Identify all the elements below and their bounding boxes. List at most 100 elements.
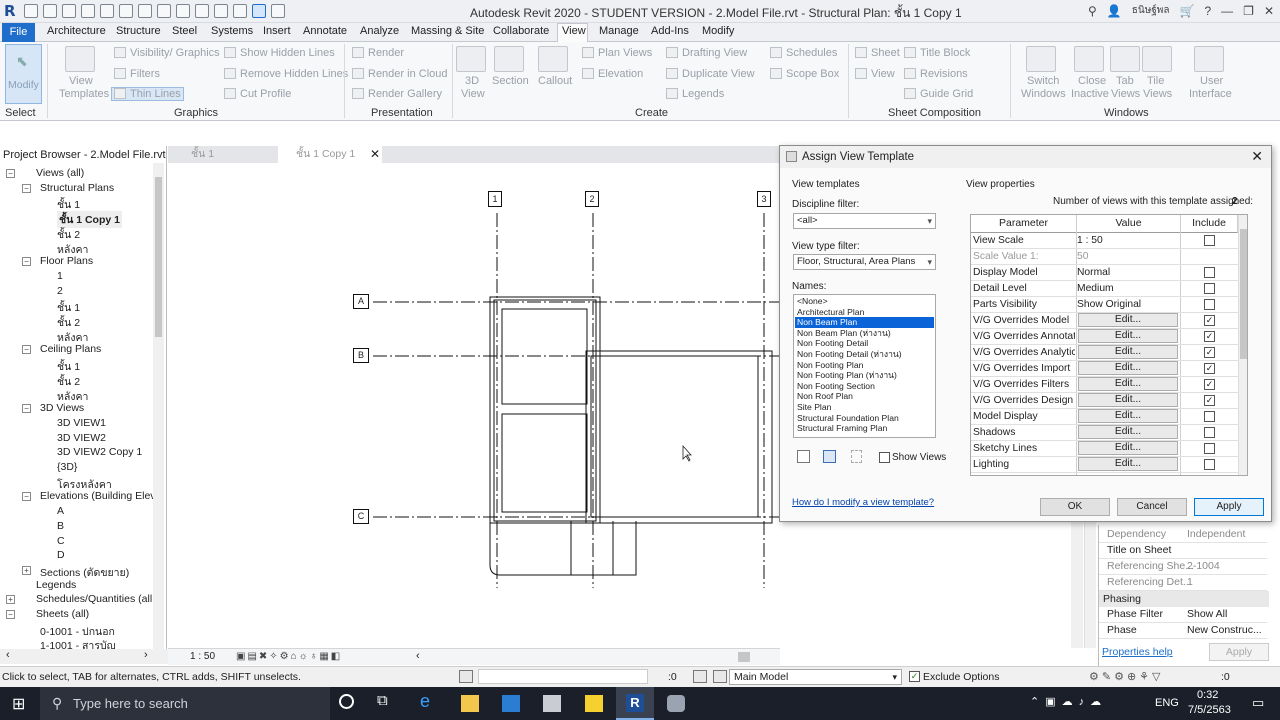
browser-node[interactable]: Floor Plans	[40, 255, 93, 267]
binoculars-icon[interactable]: ⚲	[1088, 4, 1097, 18]
browser-node[interactable]: 1	[57, 270, 63, 282]
3d-view-icon[interactable]	[456, 46, 486, 72]
tab-analyze[interactable]: Analyze	[360, 25, 399, 37]
render-button[interactable]: Render	[368, 47, 404, 59]
edit-button[interactable]: Edit...	[1078, 441, 1178, 455]
tab-collaborate[interactable]: Collaborate	[493, 25, 549, 37]
selection-icons[interactable]: ⚙✎⚙⊕⚘▽	[1089, 670, 1163, 683]
user-name[interactable]: ธนิษฐ์พล	[1132, 3, 1170, 18]
panel-select[interactable]: Select	[5, 107, 36, 119]
mail-icon[interactable]	[502, 695, 520, 712]
collapse-icon[interactable]: −	[6, 169, 15, 178]
browser-node[interactable]: C	[57, 535, 65, 547]
section-icon[interactable]	[233, 4, 247, 18]
notifications-icon[interactable]: ▭	[1252, 695, 1264, 711]
ok-button[interactable]: OK	[1040, 498, 1110, 516]
scroll-right-icon[interactable]: ›	[144, 649, 148, 661]
text-icon[interactable]	[195, 4, 209, 18]
phasing-section[interactable]: Phasing	[1099, 591, 1269, 607]
template-name-item[interactable]: Architectural Plan	[795, 307, 934, 318]
close-tab-icon[interactable]: ✕	[370, 146, 380, 162]
collapse-icon[interactable]: −	[22, 345, 31, 355]
apply-button[interactable]: Apply	[1194, 498, 1264, 516]
rename-template-icon[interactable]	[823, 450, 836, 463]
include-checkbox[interactable]	[1204, 283, 1215, 294]
elevation-button[interactable]: Elevation	[598, 68, 643, 80]
delete-template-icon[interactable]	[851, 450, 862, 463]
property-value[interactable]: 1 : 50	[1077, 233, 1180, 248]
cortana-icon[interactable]	[339, 694, 354, 709]
dialog-close-icon[interactable]: ✕	[1251, 148, 1263, 165]
include-checkbox[interactable]	[1204, 443, 1215, 454]
tab-annotate[interactable]: Annotate	[303, 25, 347, 37]
store-icon[interactable]	[543, 695, 561, 712]
property-row[interactable]: Referencing She... 2-1004	[1099, 559, 1267, 575]
grid-bubble-2[interactable]: 2	[585, 191, 599, 207]
view-control-icons[interactable]: ▣▤✖✧⚙⌂☼♁▦◧	[236, 651, 342, 662]
tab-architecture[interactable]: Architecture	[47, 25, 106, 37]
include-checkbox[interactable]: ✓	[1204, 315, 1215, 326]
browser-node[interactable]: Sheets (all)	[36, 608, 89, 620]
include-checkbox[interactable]	[1204, 411, 1215, 422]
tab-massing-site[interactable]: Massing & Site	[411, 25, 484, 37]
user-icon[interactable]: 👤	[1107, 4, 1122, 18]
include-checkbox[interactable]: ✓	[1204, 331, 1215, 342]
grid-bubble-a[interactable]: A	[353, 294, 369, 309]
show-views-checkbox[interactable]	[879, 452, 890, 463]
template-name-item[interactable]: Structural Foundation Plan	[795, 413, 934, 424]
browser-node[interactable]: 3D Views	[40, 402, 84, 414]
cancel-button[interactable]: Cancel	[1117, 498, 1187, 516]
grid-bubble-c[interactable]: C	[353, 509, 369, 524]
scope-box-button[interactable]: Scope Box	[786, 68, 839, 80]
section-button[interactable]: Section	[492, 75, 529, 87]
browser-node[interactable]: 3D VIEW1	[57, 417, 106, 429]
close-inactive-button[interactable]: Close	[1078, 75, 1106, 87]
scroll-left-icon[interactable]: ‹	[6, 649, 10, 661]
title-block-button[interactable]: Title Block	[920, 47, 970, 59]
main-model-select[interactable]: Main Model ▾	[729, 669, 902, 685]
browser-node[interactable]: D	[57, 549, 65, 561]
render-cloud-button[interactable]: Render in Cloud	[368, 68, 448, 80]
undo-icon[interactable]	[81, 4, 95, 18]
duplicate-template-icon[interactable]	[797, 450, 810, 463]
schedules-button[interactable]: Schedules	[786, 47, 837, 59]
help-link[interactable]: How do I modify a view template?	[792, 497, 934, 508]
remove-hidden-lines-button[interactable]: Remove Hidden Lines	[240, 68, 348, 80]
edit-button[interactable]: Edit...	[1078, 457, 1178, 471]
clock-date[interactable]: 7/5/2563	[1188, 704, 1231, 716]
visibility-graphics-button[interactable]: Visibility/ Graphics	[130, 47, 220, 59]
cart-icon[interactable]: 🛒	[1180, 4, 1195, 18]
collapse-icon[interactable]: −	[6, 610, 15, 619]
place-view-button[interactable]: View	[871, 68, 895, 80]
collapse-icon[interactable]: −	[22, 404, 31, 414]
edit-button[interactable]: Edit...	[1078, 329, 1178, 343]
include-checkbox[interactable]	[1204, 299, 1215, 310]
browser-horizontal-scrollbar[interactable]: ‹ ›	[0, 649, 168, 664]
close-inactive-icon[interactable]	[1074, 46, 1104, 72]
view-tab-2[interactable]: ชั้น 1 Copy 1 ✕	[278, 146, 382, 163]
expand-icon[interactable]: +	[6, 595, 15, 605]
tab-systems[interactable]: Systems	[211, 25, 253, 37]
property-value[interactable]: Show Original	[1077, 297, 1180, 312]
windows-start-icon[interactable]: ⊞	[12, 694, 25, 714]
edit-button[interactable]: Edit...	[1078, 361, 1178, 375]
template-names-list[interactable]: <None> Architectural Plan Non Beam Plan Non…	[793, 294, 936, 438]
callout-icon[interactable]	[538, 46, 568, 72]
callout-button[interactable]: Callout	[538, 75, 572, 87]
edit-button[interactable]: Edit...	[1078, 377, 1178, 391]
collapse-icon[interactable]: −	[22, 183, 31, 193]
tab-structure[interactable]: Structure	[116, 25, 161, 37]
template-name-item[interactable]: Non Footing Plan	[795, 360, 934, 371]
user-interface-button[interactable]: User	[1200, 75, 1223, 87]
tab-modify[interactable]: Modify	[702, 25, 734, 37]
filters-button[interactable]: Filters	[130, 68, 160, 80]
table-scrollbar[interactable]	[1238, 215, 1247, 475]
tile-views-button[interactable]: Tile	[1147, 75, 1164, 87]
switch-windows-icon[interactable]	[271, 4, 285, 18]
browser-node[interactable]: Ceiling Plans	[40, 343, 101, 355]
revisions-button[interactable]: Revisions	[920, 68, 968, 80]
discipline-filter-select[interactable]: <all> ▾	[793, 213, 936, 229]
task-view-icon[interactable]: ⧉	[377, 692, 388, 709]
properties-apply-button[interactable]: Apply	[1209, 643, 1269, 661]
restore-icon[interactable]: ❐	[1243, 4, 1254, 18]
